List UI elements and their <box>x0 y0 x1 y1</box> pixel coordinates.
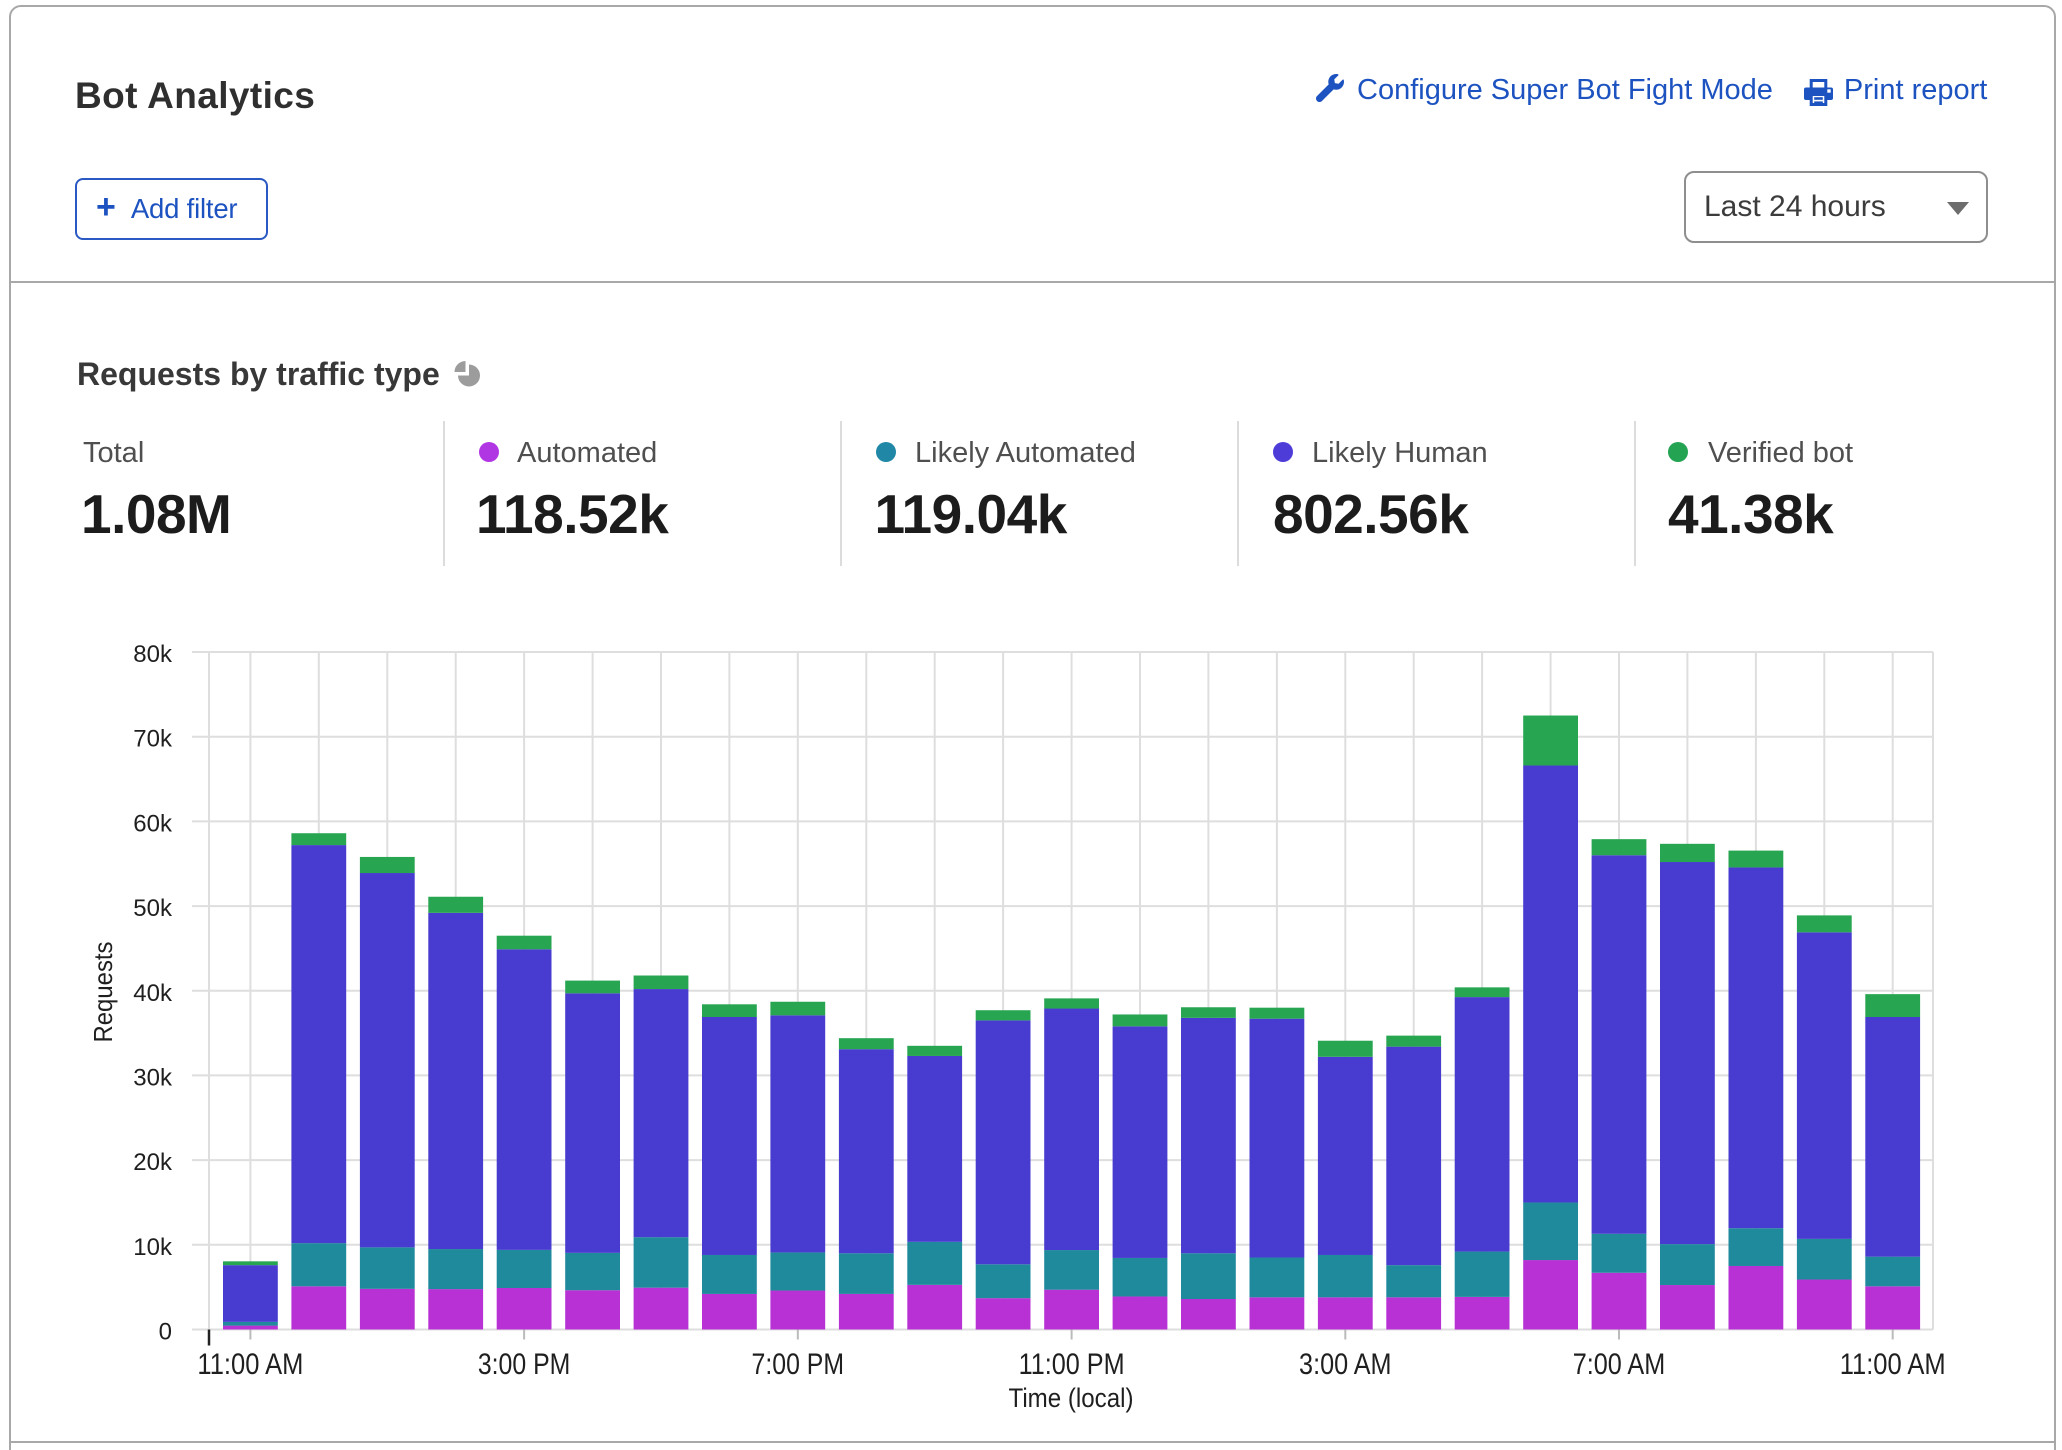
svg-text:20k: 20k <box>133 1149 173 1176</box>
svg-text:7:00 AM: 7:00 AM <box>1573 1348 1666 1381</box>
svg-text:Time (local): Time (local) <box>1009 1383 1134 1413</box>
svg-text:11:00 AM: 11:00 AM <box>197 1348 303 1381</box>
svg-text:70k: 70k <box>133 726 173 753</box>
svg-text:7:00 PM: 7:00 PM <box>752 1348 845 1381</box>
svg-text:80k: 80k <box>133 641 173 668</box>
svg-text:Requests: Requests <box>88 942 118 1043</box>
svg-text:0: 0 <box>159 1319 172 1346</box>
svg-text:40k: 40k <box>133 980 173 1007</box>
svg-text:11:00 AM: 11:00 AM <box>1840 1348 1946 1381</box>
svg-text:60k: 60k <box>133 810 173 837</box>
svg-text:3:00 AM: 3:00 AM <box>1299 1348 1392 1381</box>
svg-text:30k: 30k <box>133 1064 173 1091</box>
svg-text:3:00 PM: 3:00 PM <box>478 1348 571 1381</box>
svg-text:10k: 10k <box>133 1234 173 1261</box>
svg-text:11:00 PM: 11:00 PM <box>1019 1348 1125 1381</box>
svg-text:50k: 50k <box>133 895 173 922</box>
